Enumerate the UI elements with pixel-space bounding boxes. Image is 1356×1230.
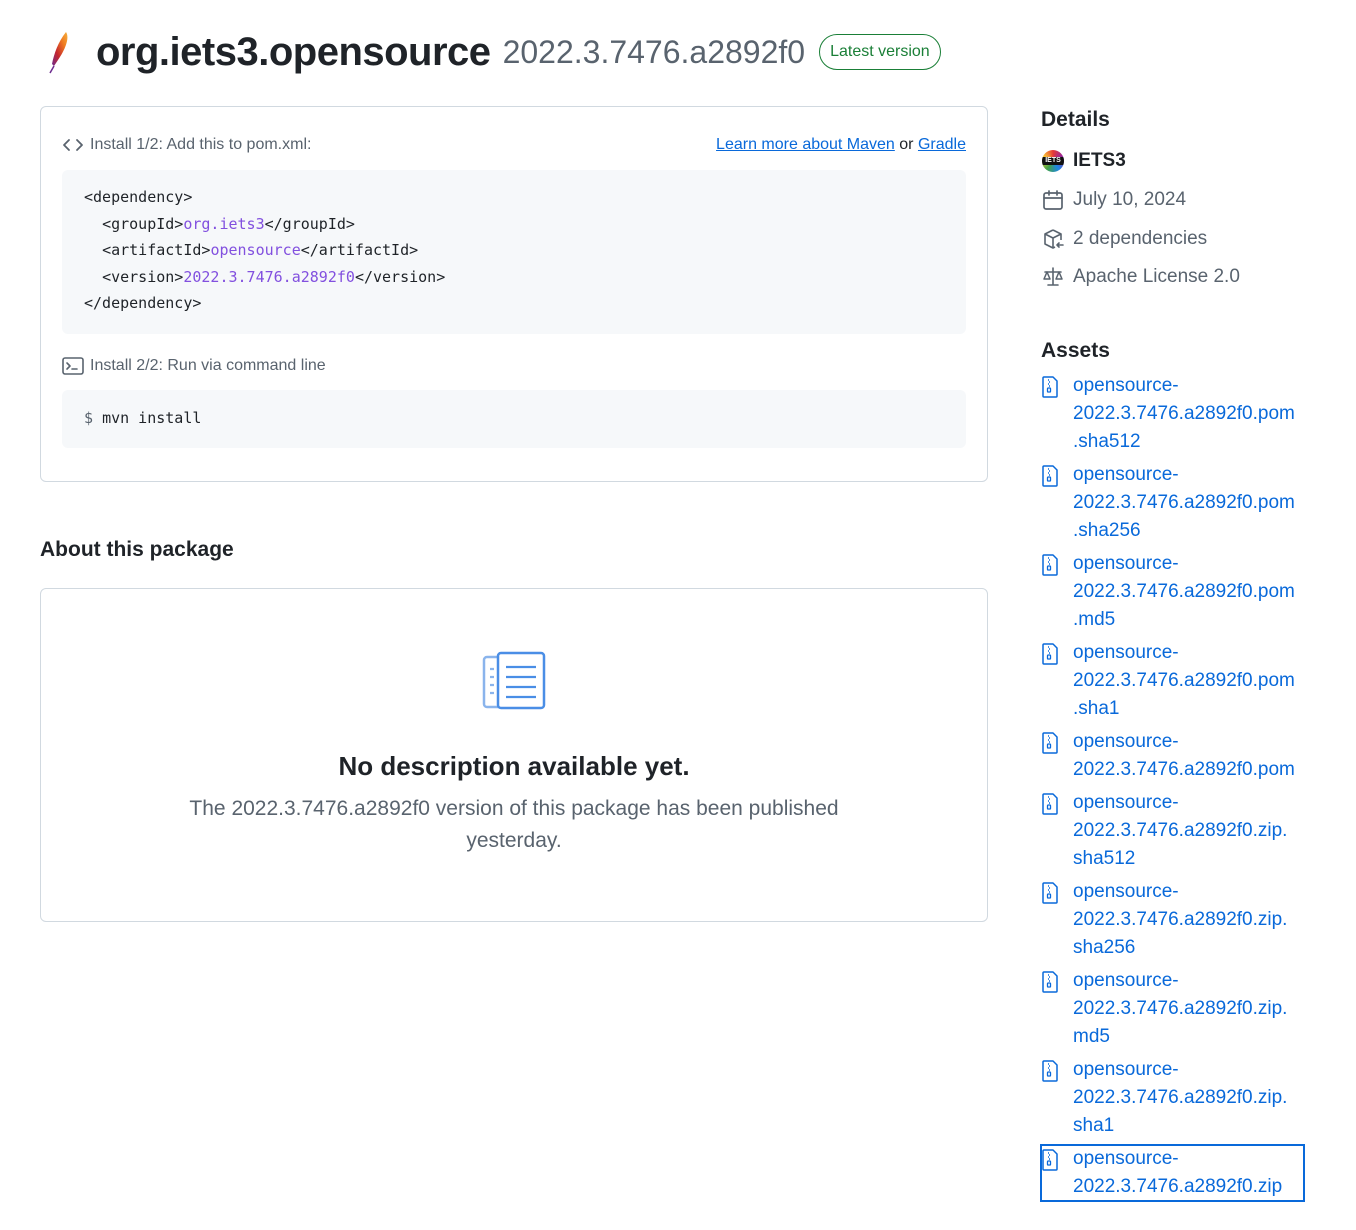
code-line: <groupId>org.iets3</groupId> <box>102 214 355 233</box>
asset-link[interactable]: opensource- 2022.3.7476.a2892f0.pom .sha… <box>1073 372 1295 456</box>
or-text: or <box>899 136 914 153</box>
latest-version-badge: Latest version <box>819 34 941 70</box>
owner-avatar: IETS <box>1042 150 1064 173</box>
file-zip-icon <box>1042 554 1058 576</box>
file-zip-icon <box>1042 643 1058 665</box>
asset-item[interactable]: opensource- 2022.3.7476.a2892f0.zip. md5 <box>1041 967 1304 1051</box>
file-zip-icon <box>1042 732 1058 754</box>
file-zip-icon <box>1042 971 1058 993</box>
empty-state-title: No description available yet. <box>338 751 690 781</box>
code-line: <version>2022.3.7476.a2892f0</version> <box>102 267 446 286</box>
asset-link[interactable]: opensource- 2022.3.7476.a2892f0.pom .sha… <box>1073 461 1295 545</box>
asset-item[interactable]: opensource- 2022.3.7476.a2892f0.zip <box>1040 1143 1305 1202</box>
dependencies-count[interactable]: 2 dependencies <box>1073 228 1207 250</box>
install-step-2-label: Install 2/2: Run via command line <box>90 357 326 374</box>
asset-item[interactable]: opensource- 2022.3.7476.a2892f0.pom <box>1041 728 1304 784</box>
package-header: org.iets3.opensource 2022.3.7476.a2892f0… <box>40 22 941 82</box>
asset-item[interactable]: opensource- 2022.3.7476.a2892f0.zip. sha… <box>1041 789 1304 873</box>
code-icon <box>63 139 83 151</box>
terminal-icon <box>62 357 84 375</box>
apache-feather-logo-icon <box>49 32 68 74</box>
license-row: Apache License 2.0 <box>1041 258 1341 297</box>
asset-link[interactable]: opensource- 2022.3.7476.a2892f0.zip <box>1073 1145 1282 1201</box>
asset-link[interactable]: opensource- 2022.3.7476.a2892f0.pom <box>1073 728 1295 784</box>
asset-link[interactable]: opensource- 2022.3.7476.a2892f0.zip. sha… <box>1073 789 1287 873</box>
empty-state-description: The 2022.3.7476.a2892f0 version of this … <box>189 797 839 852</box>
date-row: July 10, 2024 <box>1041 181 1341 220</box>
asset-link[interactable]: opensource- 2022.3.7476.a2892f0.pom .md5 <box>1073 550 1295 634</box>
code-line: <artifactId>opensource</artifactId> <box>102 241 419 260</box>
file-zip-icon <box>1042 793 1058 815</box>
file-zip-icon <box>1042 1060 1058 1082</box>
asset-item[interactable]: opensource- 2022.3.7476.a2892f0.zip. sha… <box>1041 1056 1304 1140</box>
gradle-link[interactable]: Gradle <box>918 136 966 153</box>
license-name: Apache License 2.0 <box>1073 266 1240 288</box>
asset-link[interactable]: opensource- 2022.3.7476.a2892f0.zip. sha… <box>1073 878 1287 962</box>
asset-link[interactable]: opensource- 2022.3.7476.a2892f0.zip. md5 <box>1073 967 1287 1051</box>
pom-snippet[interactable]: <dependency> <groupId>org.iets3</groupId… <box>62 170 966 334</box>
dependencies-row[interactable]: 2 dependencies <box>1041 219 1341 258</box>
asset-link[interactable]: opensource- 2022.3.7476.a2892f0.zip. sha… <box>1073 1056 1287 1140</box>
install-step-1: Install 1/2: Add this to pom.xml: Learn … <box>62 136 966 154</box>
asset-item[interactable]: opensource- 2022.3.7476.a2892f0.pom .sha… <box>1041 461 1304 545</box>
command-text: mvn install <box>102 409 202 427</box>
law-scale-icon <box>1043 267 1063 287</box>
file-zip-icon <box>1042 882 1058 904</box>
package-dependencies-icon <box>1044 229 1064 249</box>
file-zip-icon <box>1042 465 1058 487</box>
code-line: $ mvn install <box>84 405 944 432</box>
about-section-title: About this package <box>40 538 234 561</box>
owner-name[interactable]: IETS3 <box>1073 150 1126 172</box>
published-date: July 10, 2024 <box>1073 189 1187 211</box>
document-list-icon <box>482 651 546 710</box>
asset-item[interactable]: opensource- 2022.3.7476.a2892f0.pom .md5 <box>1041 550 1304 634</box>
owner-row[interactable]: IETS IETS3 <box>1041 142 1341 181</box>
asset-item[interactable]: opensource- 2022.3.7476.a2892f0.zip. sha… <box>1041 878 1304 962</box>
learn-more-maven-link[interactable]: Learn more about Maven <box>716 136 895 153</box>
package-name: org.iets3.opensource <box>96 29 491 74</box>
step-links: Learn more about Maven or Gradle <box>716 136 966 154</box>
sidebar: Details IETS IETS3 July 10, 2024 2 depen… <box>1040 108 1341 1206</box>
command-snippet[interactable]: $ mvn install <box>62 390 966 448</box>
details-title: Details <box>1041 108 1110 131</box>
install-panel: Install 1/2: Add this to pom.xml: Learn … <box>40 106 988 482</box>
asset-item[interactable]: opensource- 2022.3.7476.a2892f0.pom .sha… <box>1041 372 1304 456</box>
code-line: </dependency> <box>84 294 202 313</box>
assets-title: Assets <box>1041 338 1110 362</box>
asset-item[interactable]: opensource- 2022.3.7476.a2892f0.pom .sha… <box>1041 639 1304 723</box>
asset-list: opensource- 2022.3.7476.a2892f0.pom .sha… <box>1040 372 1341 1202</box>
file-zip-icon <box>1042 1149 1058 1171</box>
file-zip-icon <box>1042 376 1058 398</box>
install-step-2: Install 2/2: Run via command line <box>62 357 966 375</box>
code-line: <dependency> <box>84 188 193 206</box>
asset-link[interactable]: opensource- 2022.3.7476.a2892f0.pom .sha… <box>1073 639 1295 723</box>
package-version: 2022.3.7476.a2892f0 <box>502 33 806 70</box>
about-panel: No description available yet. The 2022.3… <box>40 588 988 922</box>
install-step-1-label: Install 1/2: Add this to pom.xml: <box>90 136 312 153</box>
command-prompt: $ <box>84 409 94 427</box>
calendar-icon <box>1043 190 1063 210</box>
